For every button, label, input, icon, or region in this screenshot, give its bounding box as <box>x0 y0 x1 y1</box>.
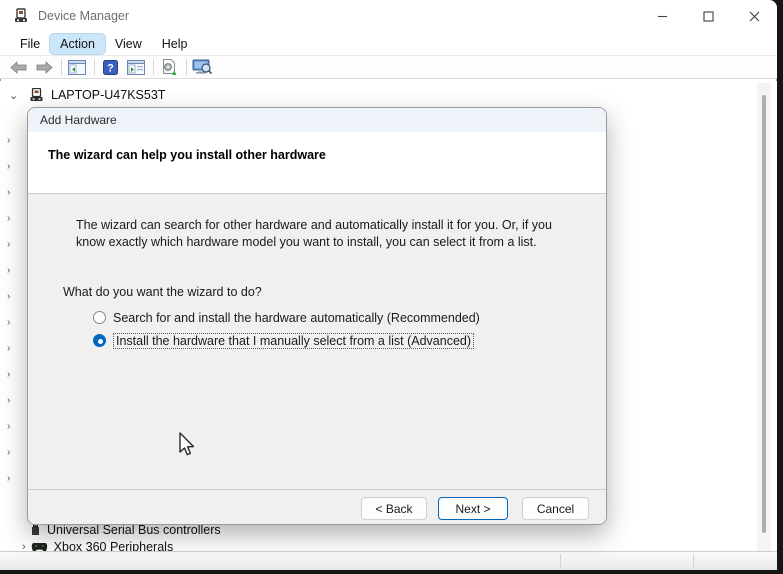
remote-computer-icon <box>192 59 212 75</box>
device-manager-app-icon <box>13 8 29 24</box>
maximize-icon <box>703 11 714 22</box>
svg-text:?: ? <box>107 62 114 74</box>
show-action-pane-icon <box>127 60 145 75</box>
tree-item-label: Universal Serial Bus controllers <box>47 523 221 537</box>
back-button[interactable] <box>8 58 28 76</box>
window-controls <box>639 0 777 32</box>
dialog-header: The wizard can help you install other ha… <box>28 132 606 194</box>
vertical-scrollbar[interactable] <box>757 83 771 551</box>
tree-root-label[interactable]: LAPTOP-U47KS53T <box>51 88 165 102</box>
dialog-question: What do you want the wizard to do? <box>63 285 262 299</box>
show-console-tree-button[interactable] <box>67 58 87 76</box>
chevron-down-icon[interactable]: ⌄ <box>9 89 21 102</box>
dialog-body: The wizard can search for other hardware… <box>28 195 606 489</box>
radio-group: Search for and install the hardware auto… <box>93 306 480 352</box>
scan-for-hardware-changes-button[interactable] <box>159 58 179 76</box>
back-icon <box>10 61 27 74</box>
toolbar-separator <box>61 59 62 75</box>
status-bar-separator <box>560 554 561 568</box>
mouse-cursor <box>176 431 196 459</box>
toolbar-separator <box>153 59 154 75</box>
scrollbar-thumb[interactable] <box>762 95 766 533</box>
show-action-pane-button[interactable] <box>126 58 146 76</box>
minimize-button[interactable] <box>639 0 685 32</box>
dialog-title-bar[interactable]: Add Hardware <box>28 108 606 132</box>
minimize-icon <box>657 11 668 22</box>
maximize-button[interactable] <box>685 0 731 32</box>
help-icon: ? <box>103 60 118 75</box>
description-line-2: know exactly which hardware model you wa… <box>76 234 552 251</box>
dialog-title: Add Hardware <box>40 113 117 127</box>
close-icon <box>749 11 760 22</box>
tree-root-row[interactable]: ⌄ LAPTOP-U47KS53T <box>0 86 165 104</box>
close-button[interactable] <box>731 0 777 32</box>
status-bar-separator <box>693 554 694 568</box>
menu-action[interactable]: Action <box>50 34 105 54</box>
radio-option-label[interactable]: Install the hardware that I manually sel… <box>113 333 474 349</box>
screen: Device Manager File Action View Help <box>0 0 783 574</box>
toolbar: ? <box>0 55 777 79</box>
help-button[interactable]: ? <box>100 58 120 76</box>
status-bar <box>0 551 777 570</box>
menu-help[interactable]: Help <box>152 34 198 54</box>
radio-option-label[interactable]: Search for and install the hardware auto… <box>113 311 480 325</box>
description-line-1: The wizard can search for other hardware… <box>76 217 552 234</box>
remote-computer-button[interactable] <box>192 58 212 76</box>
computer-icon <box>29 88 44 102</box>
menu-file[interactable]: File <box>10 34 50 54</box>
add-hardware-dialog: Add Hardware The wizard can help you ins… <box>27 107 607 525</box>
back-button[interactable]: < Back <box>361 497 427 520</box>
scan-for-hardware-changes-icon <box>161 59 177 76</box>
menu-bar: File Action View Help <box>0 32 777 55</box>
usb-icon <box>30 523 41 537</box>
dialog-description: The wizard can search for other hardware… <box>76 217 552 251</box>
title-bar: Device Manager <box>0 0 777 32</box>
radio-checked-icon[interactable] <box>93 334 106 347</box>
next-button[interactable]: Next > <box>438 497 508 520</box>
radio-unchecked-icon[interactable] <box>93 311 106 324</box>
dialog-button-row: < Back Next > Cancel <box>28 489 606 524</box>
show-console-tree-icon <box>68 60 86 75</box>
toolbar-separator <box>94 59 95 75</box>
cancel-button[interactable]: Cancel <box>522 497 589 520</box>
window-title: Device Manager <box>38 9 129 23</box>
menu-view[interactable]: View <box>105 34 152 54</box>
forward-icon <box>36 61 53 74</box>
radio-option-manual-select[interactable]: Install the hardware that I manually sel… <box>93 329 480 352</box>
dialog-heading: The wizard can help you install other ha… <box>48 148 326 162</box>
forward-button[interactable] <box>34 58 54 76</box>
toolbar-separator <box>186 59 187 75</box>
radio-option-search-automatically[interactable]: Search for and install the hardware auto… <box>93 306 480 329</box>
